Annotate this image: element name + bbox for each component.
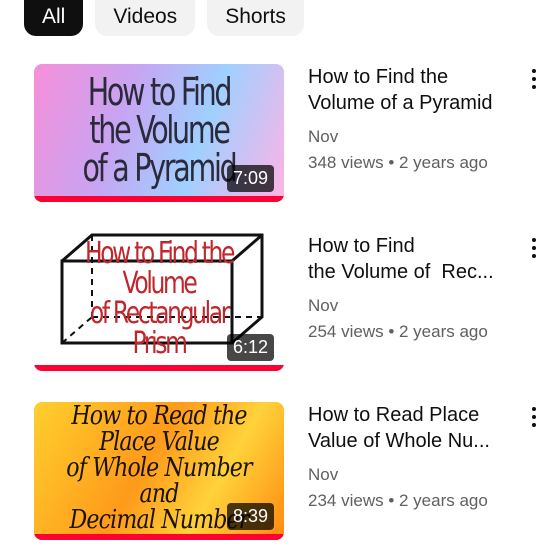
video-thumbnail[interactable]: How to Read the Place Value of Whole Num… (34, 402, 284, 540)
duration-badge: 7:09 (226, 165, 274, 192)
video-meta: Nov 254 views • 2 years ago (308, 293, 518, 345)
filter-chips: All Videos Shorts (24, 0, 304, 36)
video-meta: Nov 348 views • 2 years ago (308, 124, 518, 176)
video-item[interactable]: How to Find the Volume of Rectangular Pr… (34, 233, 554, 373)
video-title-line: the Volume of Rec... (308, 261, 494, 283)
watch-progress-bar (34, 365, 284, 371)
more-vert-icon[interactable] (528, 235, 540, 261)
thumbnail-text-line: How to Find the Volume (84, 236, 235, 301)
video-stats: 348 views • 2 years ago (308, 153, 488, 172)
more-vert-icon[interactable] (528, 404, 540, 430)
video-title-line: Volume of a Pyramid (308, 92, 493, 114)
video-meta: Nov 234 views • 2 years ago (308, 462, 518, 514)
duration-badge: 8:39 (226, 503, 274, 530)
thumbnail-text-line: of a Pyramid (82, 146, 237, 190)
video-item[interactable]: How to Read the Place Value of Whole Num… (34, 402, 554, 542)
video-title-line: How to Read Place (308, 404, 480, 426)
video-thumbnail[interactable]: How to Find the Volume of a Pyramid 7:09 (34, 64, 284, 202)
chip-shorts[interactable]: Shorts (207, 0, 304, 36)
thumbnail-text-line: How to Read the Place Value (71, 402, 247, 457)
thumbnail-text-line: Decimal Number (69, 505, 250, 535)
video-item[interactable]: How to Find the Volume of a Pyramid 7:09… (34, 64, 554, 204)
thumbnail-text: How to Find the Volume of a Pyramid (65, 64, 253, 196)
channel-name: Nov (308, 127, 339, 146)
video-info: How to Read Place Value of Whole Nu... N… (308, 402, 518, 514)
thumbnail-text-line: of Rectangular Prism (89, 296, 231, 361)
video-stats: 234 views • 2 years ago (308, 491, 488, 510)
video-title[interactable]: How to Find the Volume of a Pyramid (308, 64, 518, 116)
video-thumbnail[interactable]: How to Find the Volume of Rectangular Pr… (34, 233, 284, 371)
video-title[interactable]: How to Find the Volume of Rec... (308, 233, 518, 285)
channel-name: Nov (308, 465, 339, 484)
duration-badge: 6:12 (226, 334, 274, 361)
video-title-line: How to Find the (308, 66, 449, 88)
chip-videos[interactable]: Videos (95, 0, 196, 36)
watch-progress-bar (34, 534, 284, 540)
video-info: How to Find the Volume of Rec... Nov 254… (308, 233, 518, 345)
video-title-line: Value of Whole Nu... (308, 430, 490, 452)
more-vert-icon[interactable] (528, 66, 540, 92)
video-info: How to Find the Volume of a Pyramid Nov … (308, 64, 518, 176)
video-title-line: How to Find (308, 235, 415, 257)
thumbnail-text-line: of Whole Number and (66, 453, 252, 509)
thumbnail-text-line: How to Find the Volume (87, 70, 233, 152)
video-title[interactable]: How to Read Place Value of Whole Nu... (308, 402, 518, 454)
channel-name: Nov (308, 296, 339, 315)
chip-all[interactable]: All (24, 0, 84, 36)
video-stats: 254 views • 2 years ago (308, 322, 488, 341)
watch-progress-bar (34, 196, 284, 202)
